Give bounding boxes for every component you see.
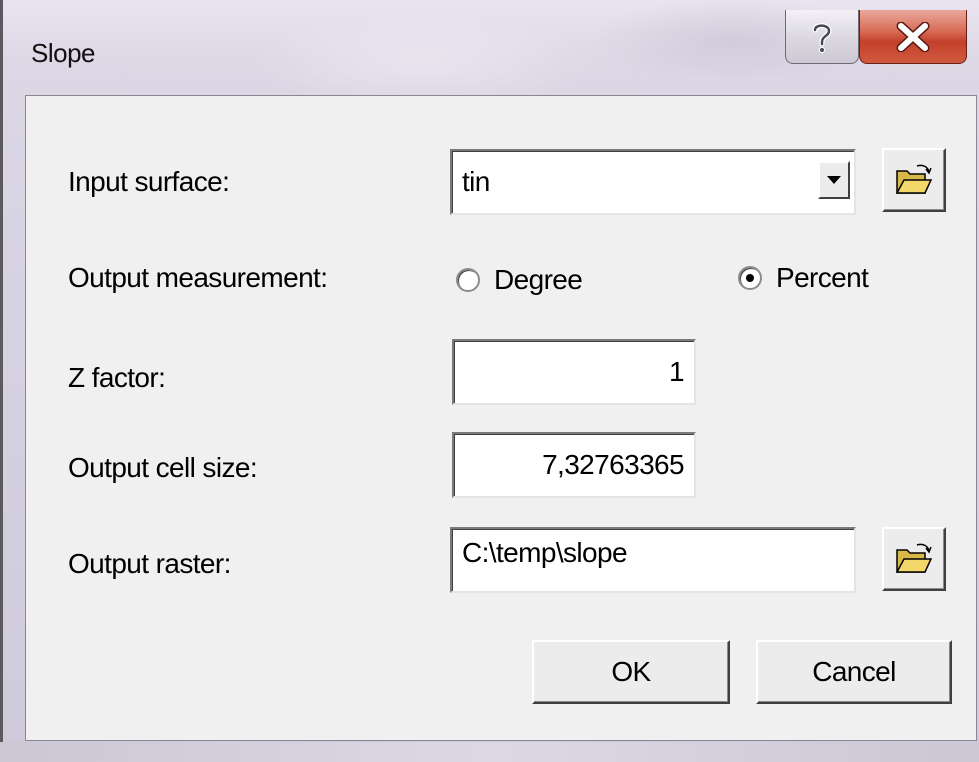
dialog-body: Input surface: tin Output measurement: D… (25, 95, 977, 741)
open-folder-icon (895, 164, 933, 194)
input-surface-dropdown-button[interactable] (818, 161, 850, 199)
open-folder-icon (895, 543, 933, 573)
cancel-button[interactable]: Cancel (756, 640, 952, 704)
window-bottom-border (0, 742, 979, 762)
chevron-down-icon (827, 176, 841, 184)
percent-radio-label: Percent (776, 262, 869, 293)
percent-radio[interactable] (738, 266, 762, 290)
output-measurement-label: Output measurement: (68, 262, 328, 293)
degree-radio-option[interactable]: Degree (456, 264, 583, 296)
output-raster-browse-button[interactable] (882, 527, 946, 591)
z-factor-label: Z factor: (68, 362, 166, 393)
ok-button[interactable]: OK (532, 640, 730, 704)
output-cell-size-label: Output cell size: (68, 452, 258, 483)
degree-radio-label: Degree (494, 264, 583, 295)
question-icon (812, 22, 832, 53)
help-button[interactable] (785, 10, 859, 64)
degree-radio[interactable] (456, 268, 480, 292)
input-surface-label: Input surface: (68, 166, 230, 197)
slope-dialog-window: Slope Input surface: tin Output measurem… (0, 0, 979, 762)
input-surface-browse-button[interactable] (882, 148, 946, 212)
input-surface-combobox[interactable]: tin (450, 149, 856, 215)
output-raster-value: C:\temp\slope (462, 537, 628, 568)
percent-radio-option[interactable]: Percent (738, 262, 869, 294)
input-surface-value: tin (462, 166, 490, 197)
output-cell-size-input[interactable]: 7,32763365 (452, 432, 696, 498)
z-factor-value: 1 (669, 356, 685, 387)
close-button[interactable] (859, 10, 967, 64)
output-raster-input[interactable]: C:\temp\slope (450, 527, 856, 593)
output-cell-size-value: 7,32763365 (542, 449, 685, 480)
close-icon (896, 21, 930, 52)
output-raster-label: Output raster: (68, 548, 231, 579)
z-factor-input[interactable]: 1 (452, 339, 696, 405)
window-title: Slope (31, 38, 96, 68)
